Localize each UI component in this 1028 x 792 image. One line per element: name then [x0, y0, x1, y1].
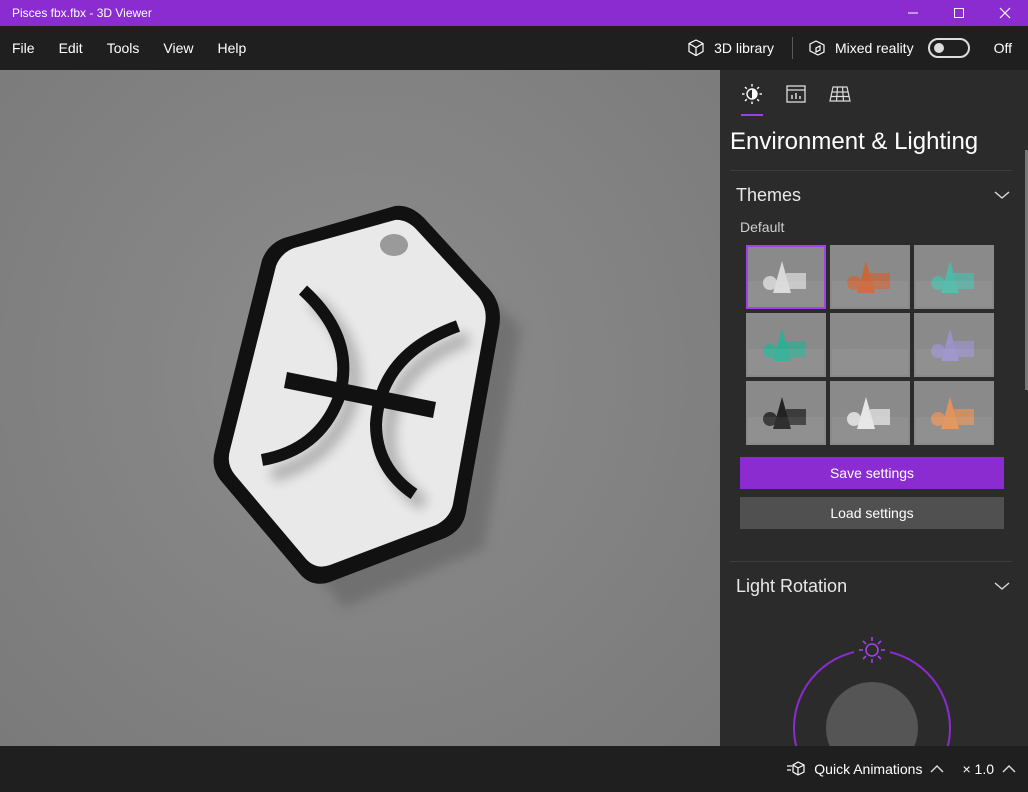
minimize-icon: [908, 12, 918, 14]
themes-heading: Themes: [736, 184, 802, 205]
mixed-reality-control: Mixed reality: [797, 38, 980, 58]
toggle-knob: [933, 43, 944, 53]
pisces-model[interactable]: [0, 70, 720, 746]
quick-animations-button[interactable]: Quick Animations: [786, 760, 962, 778]
status-bar: Quick Animations × 1.0: [0, 746, 1028, 792]
menu-file[interactable]: File: [0, 26, 47, 70]
chevron-up-icon: [930, 765, 944, 773]
menu-help[interactable]: Help: [205, 26, 258, 70]
mixed-reality-icon: [809, 40, 825, 56]
theme-thumbnail[interactable]: [746, 313, 826, 377]
close-icon: [999, 7, 1011, 19]
themes-default-label: Default: [740, 219, 785, 235]
menu-tools[interactable]: Tools: [95, 26, 152, 70]
panel-spacer: [720, 529, 1028, 561]
light-rotation-control[interactable]: [720, 610, 1028, 746]
mixed-reality-state: Off: [993, 40, 1012, 56]
window-title: Pisces fbx.fbx - 3D Viewer: [12, 6, 152, 20]
3d-library-label: 3D library: [714, 40, 774, 56]
menu-edit[interactable]: Edit: [47, 26, 95, 70]
maximize-icon: [954, 8, 964, 18]
animation-cube-icon: [787, 761, 805, 776]
chevron-up-icon: [1002, 765, 1016, 773]
menu-view[interactable]: View: [151, 26, 205, 70]
cube-icon: [688, 39, 704, 57]
rotation-sphere: [826, 682, 918, 746]
mixed-reality-toggle[interactable]: [927, 38, 970, 58]
load-settings-button[interactable]: Load settings: [740, 497, 1004, 529]
light-rotation-heading: Light Rotation: [736, 575, 848, 596]
tab-environment-lighting[interactable]: [730, 70, 774, 118]
tab-grid-views[interactable]: [818, 70, 862, 118]
panel-tabs: [720, 70, 1028, 118]
theme-thumbnail[interactable]: [914, 313, 994, 377]
maximize-button[interactable]: [936, 0, 982, 26]
animation-speed-button[interactable]: × 1.0: [962, 761, 1028, 777]
3d-library-button[interactable]: 3D library: [672, 26, 788, 70]
tag-hole: [380, 234, 408, 256]
themes-section-header[interactable]: Themes: [720, 171, 1028, 219]
3d-viewport[interactable]: [0, 70, 720, 746]
light-rotation-section-header[interactable]: Light Rotation: [720, 562, 1028, 610]
theme-thumbnail[interactable]: [914, 245, 994, 309]
tab-stats-shading[interactable]: [774, 70, 818, 118]
light-rotation-dial[interactable]: [720, 610, 1028, 746]
theme-thumbnail[interactable]: [830, 381, 910, 445]
theme-thumbnail[interactable]: [746, 381, 826, 445]
title-bar: Pisces fbx.fbx - 3D Viewer: [0, 0, 1028, 26]
sun-half-icon: [742, 84, 762, 104]
animation-speed-value: × 1.0: [962, 761, 994, 777]
theme-thumbnail[interactable]: [746, 245, 826, 309]
themes-grid: [720, 245, 1028, 445]
environment-panel: Environment & Lighting Themes Default Sa…: [720, 70, 1028, 746]
minimize-button[interactable]: [890, 0, 936, 26]
stats-icon: [786, 85, 806, 103]
close-button[interactable]: [982, 0, 1028, 26]
menu-bar: File Edit Tools View Help 3D library Mix…: [0, 26, 1028, 70]
panel-title: Environment & Lighting: [730, 128, 979, 155]
theme-thumbnail[interactable]: [830, 313, 910, 377]
theme-thumbnail[interactable]: [830, 245, 910, 309]
quick-animations-label: Quick Animations: [814, 761, 923, 777]
theme-thumbnail[interactable]: [914, 381, 994, 445]
save-settings-button[interactable]: Save settings: [740, 457, 1004, 489]
chevron-down-icon: [994, 191, 1010, 199]
toolbar-divider: [791, 37, 793, 59]
chevron-down-icon: [994, 582, 1010, 590]
mixed-reality-label: Mixed reality: [834, 40, 914, 56]
grid-icon: [829, 86, 851, 102]
